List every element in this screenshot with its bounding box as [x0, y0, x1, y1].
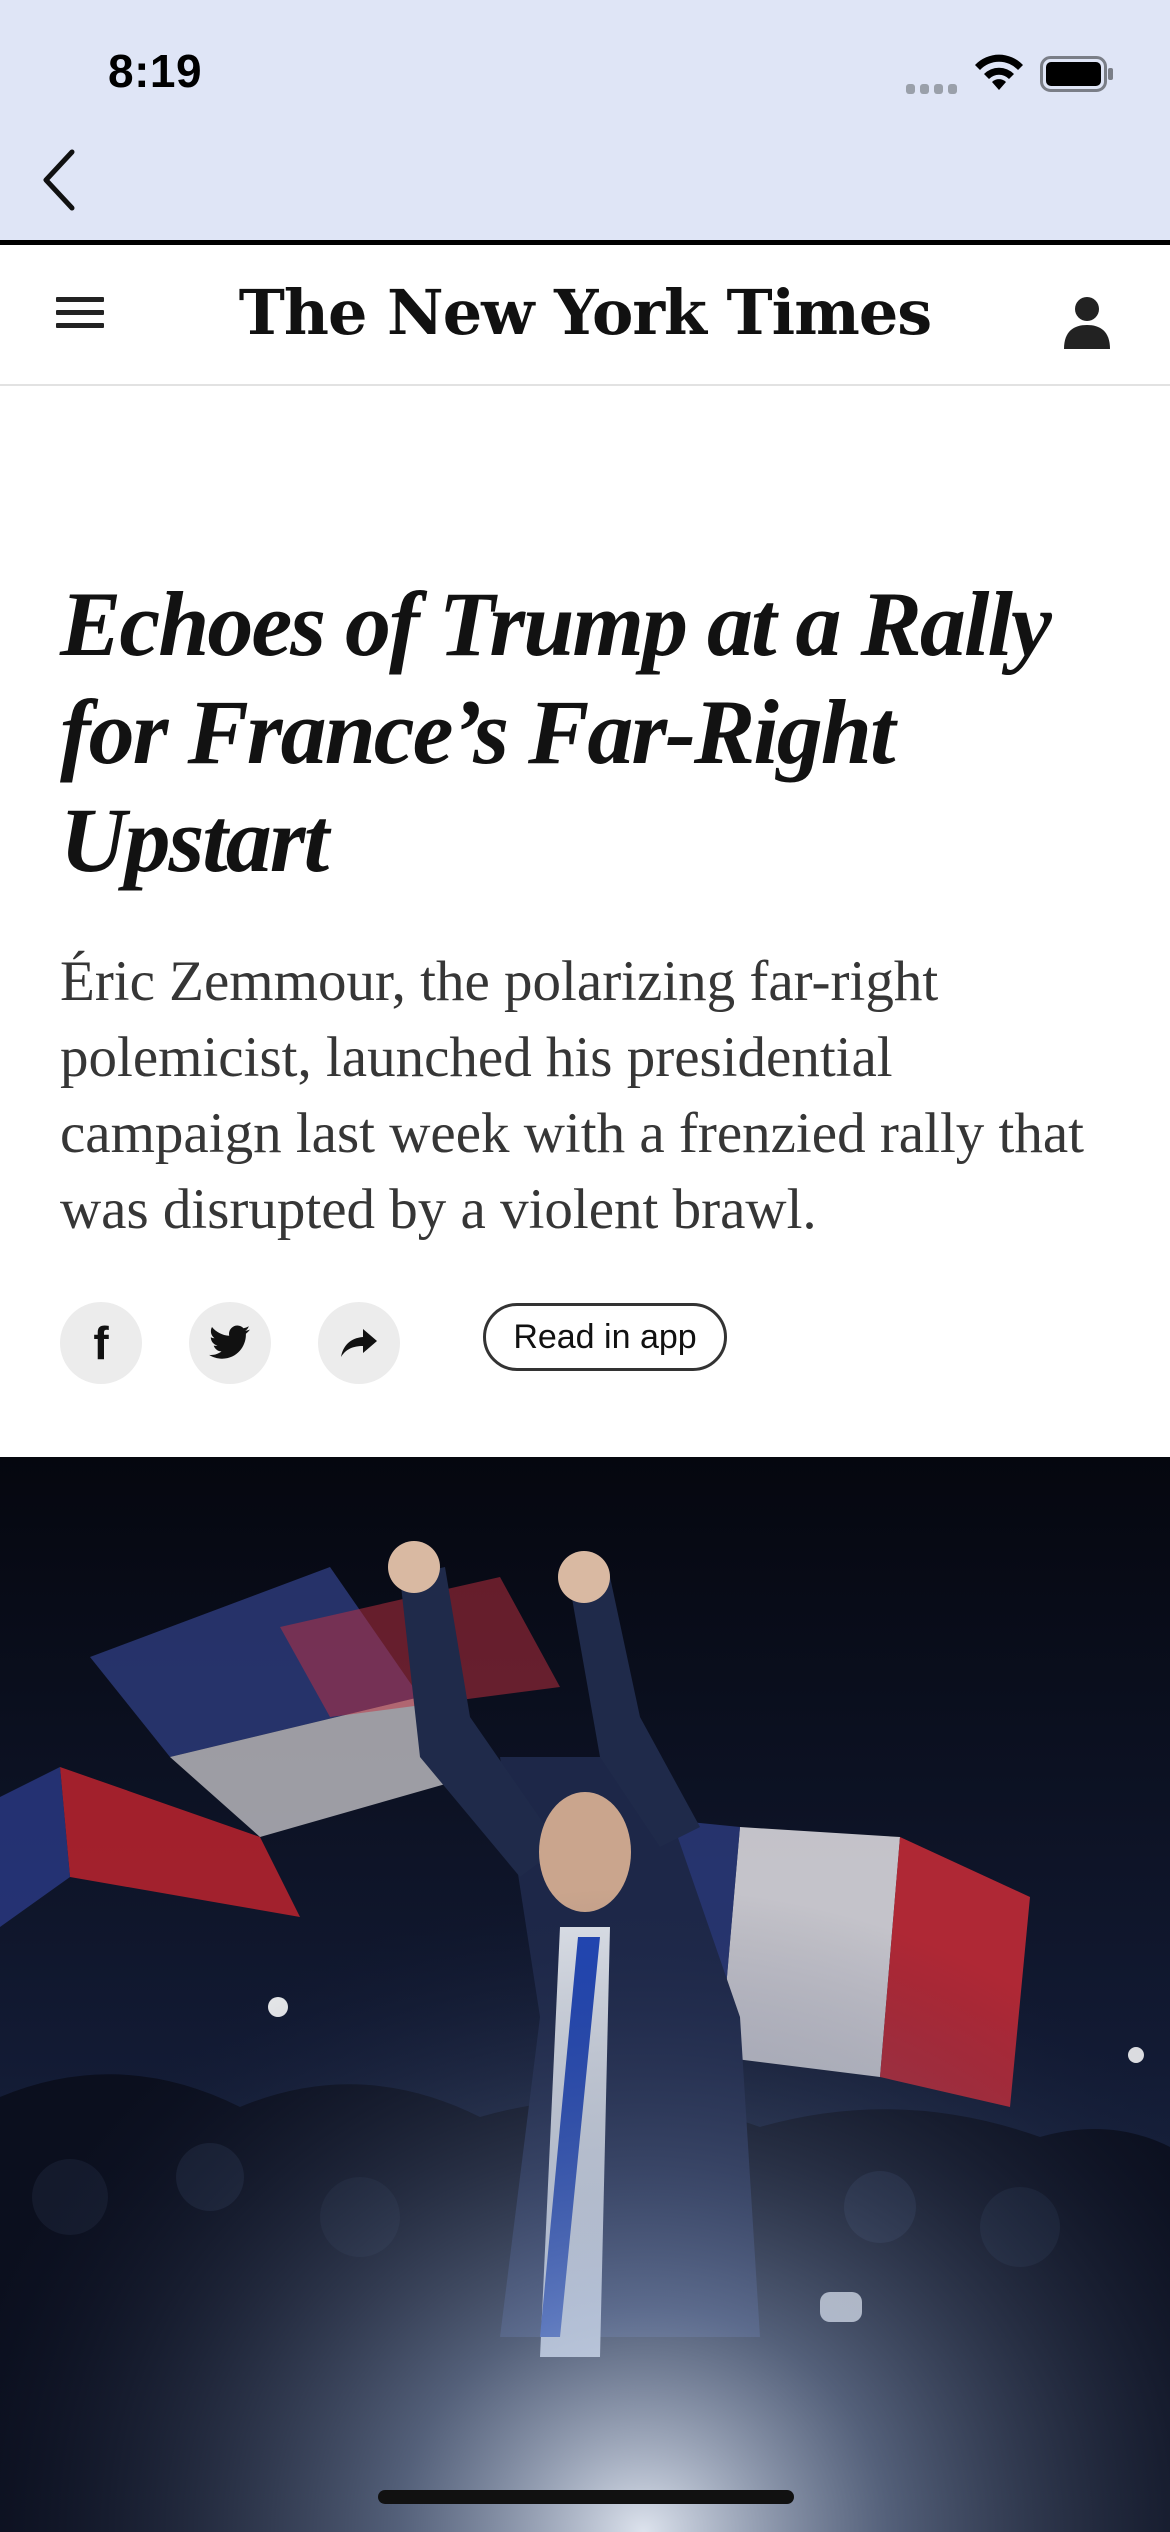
twitter-icon: [209, 1325, 250, 1359]
share-button[interactable]: [318, 1302, 400, 1384]
home-indicator: [378, 2490, 794, 2504]
status-bar: 8:19: [0, 0, 1170, 240]
article-headline: Echoes of Trump at a Rally for France’s …: [60, 573, 1052, 891]
wifi-icon: [975, 54, 1023, 90]
facebook-share-button[interactable]: f: [60, 1302, 142, 1384]
read-in-app-button[interactable]: Read in app: [483, 1303, 727, 1371]
status-time: 8:19: [108, 45, 203, 97]
back-button[interactable]: [30, 140, 90, 220]
site-header: The New York Times: [0, 240, 1170, 386]
cellular-signal-icon: [906, 78, 958, 94]
twitter-share-button[interactable]: [189, 1302, 271, 1384]
chevron-left-icon: [43, 149, 75, 211]
battery-icon: [1040, 56, 1113, 92]
article-summary: Éric Zemmour, the polarizing far-right p…: [60, 950, 1084, 1241]
hero-photo: [0, 1457, 1170, 2532]
rally-photo-illustration: [0, 1457, 1170, 2532]
share-toolbar: f Read in app: [60, 1302, 1120, 1384]
facebook-icon: f: [93, 1317, 109, 1369]
person-icon[interactable]: [1062, 295, 1112, 351]
share-arrow-icon: [341, 1329, 377, 1357]
masthead-logo[interactable]: The New York Times: [0, 275, 1170, 351]
